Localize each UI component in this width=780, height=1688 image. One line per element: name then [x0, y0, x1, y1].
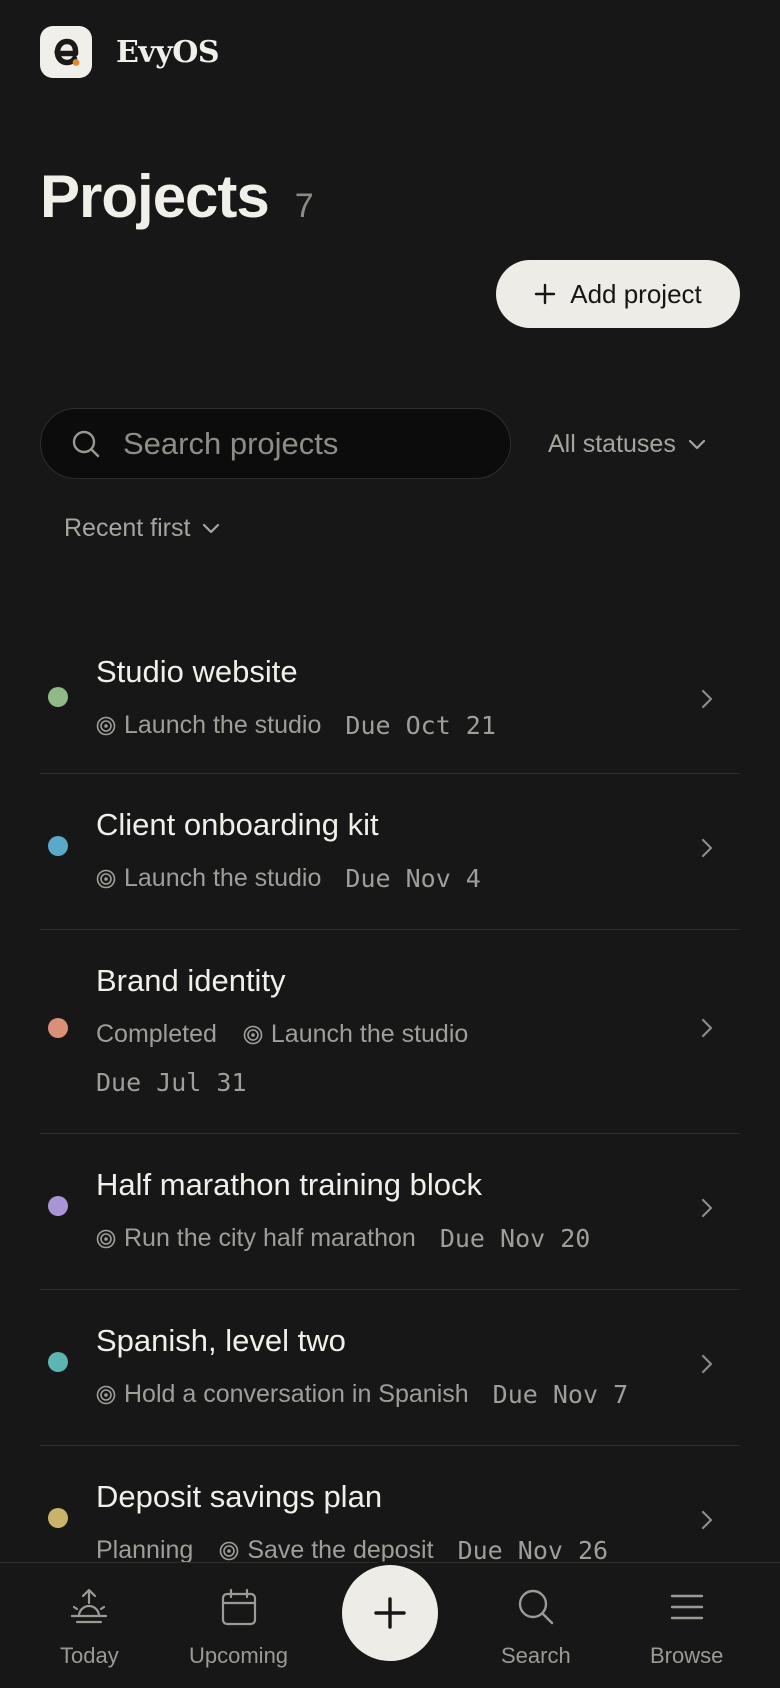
- add-project-button[interactable]: Add project: [496, 260, 740, 328]
- chevron-down-icon: [202, 523, 220, 535]
- project-due: Due Jul 31: [96, 1068, 247, 1097]
- project-count: 7: [294, 187, 314, 225]
- project-meta: Planning Save the deposit Due Nov 26: [96, 1536, 608, 1565]
- plus-icon: [534, 283, 556, 305]
- nav-item-browse[interactable]: Browse: [650, 1585, 723, 1669]
- project-goal: Launch the studio: [96, 864, 321, 893]
- target-icon: [219, 1541, 239, 1561]
- project-due: Due Nov 20: [439, 1224, 591, 1253]
- project-color-dot: [48, 1196, 68, 1216]
- project-goal-label: Launch the studio: [270, 1020, 469, 1048]
- project-status: Completed: [96, 1020, 217, 1048]
- project-goal: Save the deposit: [219, 1536, 434, 1565]
- search-icon: [516, 1585, 556, 1629]
- nav-label: Browse: [650, 1643, 724, 1668]
- project-list: Studio website Launch the studio Due Oct…: [40, 632, 740, 1602]
- project-status: Planning: [96, 1536, 194, 1564]
- project-color-dot: [48, 687, 68, 707]
- add-project-label: Add project: [570, 278, 702, 309]
- project-row[interactable]: Brand identity Completed Launch the stud…: [40, 930, 740, 1134]
- search-icon: [71, 429, 101, 459]
- chevron-down-icon: [688, 439, 706, 451]
- project-color-dot: [48, 1508, 68, 1528]
- project-goal-label: Launch the studio: [124, 711, 322, 739]
- project-row[interactable]: Client onboarding kit Launch the studio …: [40, 774, 740, 930]
- nav-label: Upcoming: [189, 1643, 289, 1668]
- project-meta: Run the city half marathon Due Nov 20: [96, 1224, 590, 1253]
- target-icon: [243, 1025, 263, 1045]
- nav-label: Today: [60, 1643, 119, 1668]
- project-due: Due Nov 26: [457, 1536, 609, 1565]
- project-goal: Hold a conversation in Spanish: [96, 1380, 469, 1409]
- app-header: EvyOS: [40, 26, 220, 78]
- project-due: Due Nov 7: [492, 1380, 629, 1409]
- project-color-dot: [48, 1018, 68, 1038]
- project-name: Client onboarding kit: [96, 807, 379, 842]
- nav-label: Search: [501, 1643, 571, 1668]
- target-icon: [96, 716, 116, 736]
- nav-item-today[interactable]: Today: [60, 1585, 119, 1669]
- title-row: Projects 7: [40, 162, 314, 231]
- project-meta: Launch the studio Due Oct 21: [96, 711, 496, 740]
- project-color-dot: [48, 1352, 68, 1372]
- project-row[interactable]: Half marathon training block Run the cit…: [40, 1134, 740, 1290]
- project-name: Spanish, level two: [96, 1323, 346, 1358]
- chevron-right-icon: [700, 1509, 714, 1531]
- project-goal-label: Launch the studio: [124, 864, 322, 892]
- project-goal: Launch the studio: [96, 711, 321, 740]
- search-box[interactable]: [40, 408, 511, 479]
- chevron-right-icon: [700, 1017, 714, 1039]
- project-name: Studio website: [96, 654, 298, 689]
- app-logo[interactable]: [40, 26, 92, 78]
- project-row[interactable]: Studio website Launch the studio Due Oct…: [40, 632, 740, 774]
- status-filter[interactable]: All statuses: [548, 430, 706, 459]
- sort-dropdown[interactable]: Recent first: [64, 514, 220, 543]
- project-goal: Run the city half marathon: [96, 1224, 416, 1253]
- project-row[interactable]: Spanish, level two Hold a conversation i…: [40, 1290, 740, 1446]
- project-goal-label: Hold a conversation in Spanish: [124, 1380, 469, 1408]
- project-meta: Hold a conversation in Spanish Due Nov 7: [96, 1380, 628, 1409]
- project-name: Deposit savings plan: [96, 1479, 383, 1514]
- project-due: Due Oct 21: [345, 711, 496, 740]
- target-icon: [96, 1385, 116, 1405]
- evyos-logo-icon: [54, 38, 80, 66]
- chevron-right-icon: [700, 688, 714, 710]
- search-input[interactable]: [123, 425, 483, 462]
- project-color-dot: [48, 836, 68, 856]
- nav-item-upcoming[interactable]: Upcoming: [189, 1585, 288, 1669]
- nav-item-search[interactable]: Search: [501, 1585, 571, 1669]
- project-goal-label: Run the city half marathon: [124, 1224, 416, 1252]
- project-name: Half marathon training block: [96, 1167, 482, 1202]
- chevron-right-icon: [700, 1197, 714, 1219]
- projects-screen: EvyOS Projects 7 Add project All statuse…: [0, 0, 780, 1688]
- project-goal-label: Save the deposit: [247, 1536, 434, 1564]
- menu-icon: [669, 1585, 705, 1629]
- project-meta: Completed Launch the studio: [96, 1020, 468, 1049]
- project-due: Due Nov 4: [345, 864, 481, 893]
- status-filter-label: All statuses: [548, 430, 676, 458]
- chevron-right-icon: [700, 1353, 714, 1375]
- chevron-right-icon: [700, 837, 714, 859]
- page-title: Projects: [40, 163, 270, 230]
- target-icon: [96, 1229, 116, 1249]
- project-goal: Launch the studio: [243, 1020, 468, 1049]
- target-icon: [96, 869, 116, 889]
- sunrise-icon: [69, 1585, 109, 1629]
- sort-label: Recent first: [64, 514, 191, 542]
- calendar-icon: [220, 1585, 258, 1629]
- project-meta: Launch the studio Due Nov 4: [96, 864, 481, 893]
- quick-add-button[interactable]: [342, 1565, 438, 1661]
- app-name: EvyOS: [116, 34, 220, 70]
- project-name: Brand identity: [96, 963, 286, 998]
- plus-icon: [372, 1595, 408, 1631]
